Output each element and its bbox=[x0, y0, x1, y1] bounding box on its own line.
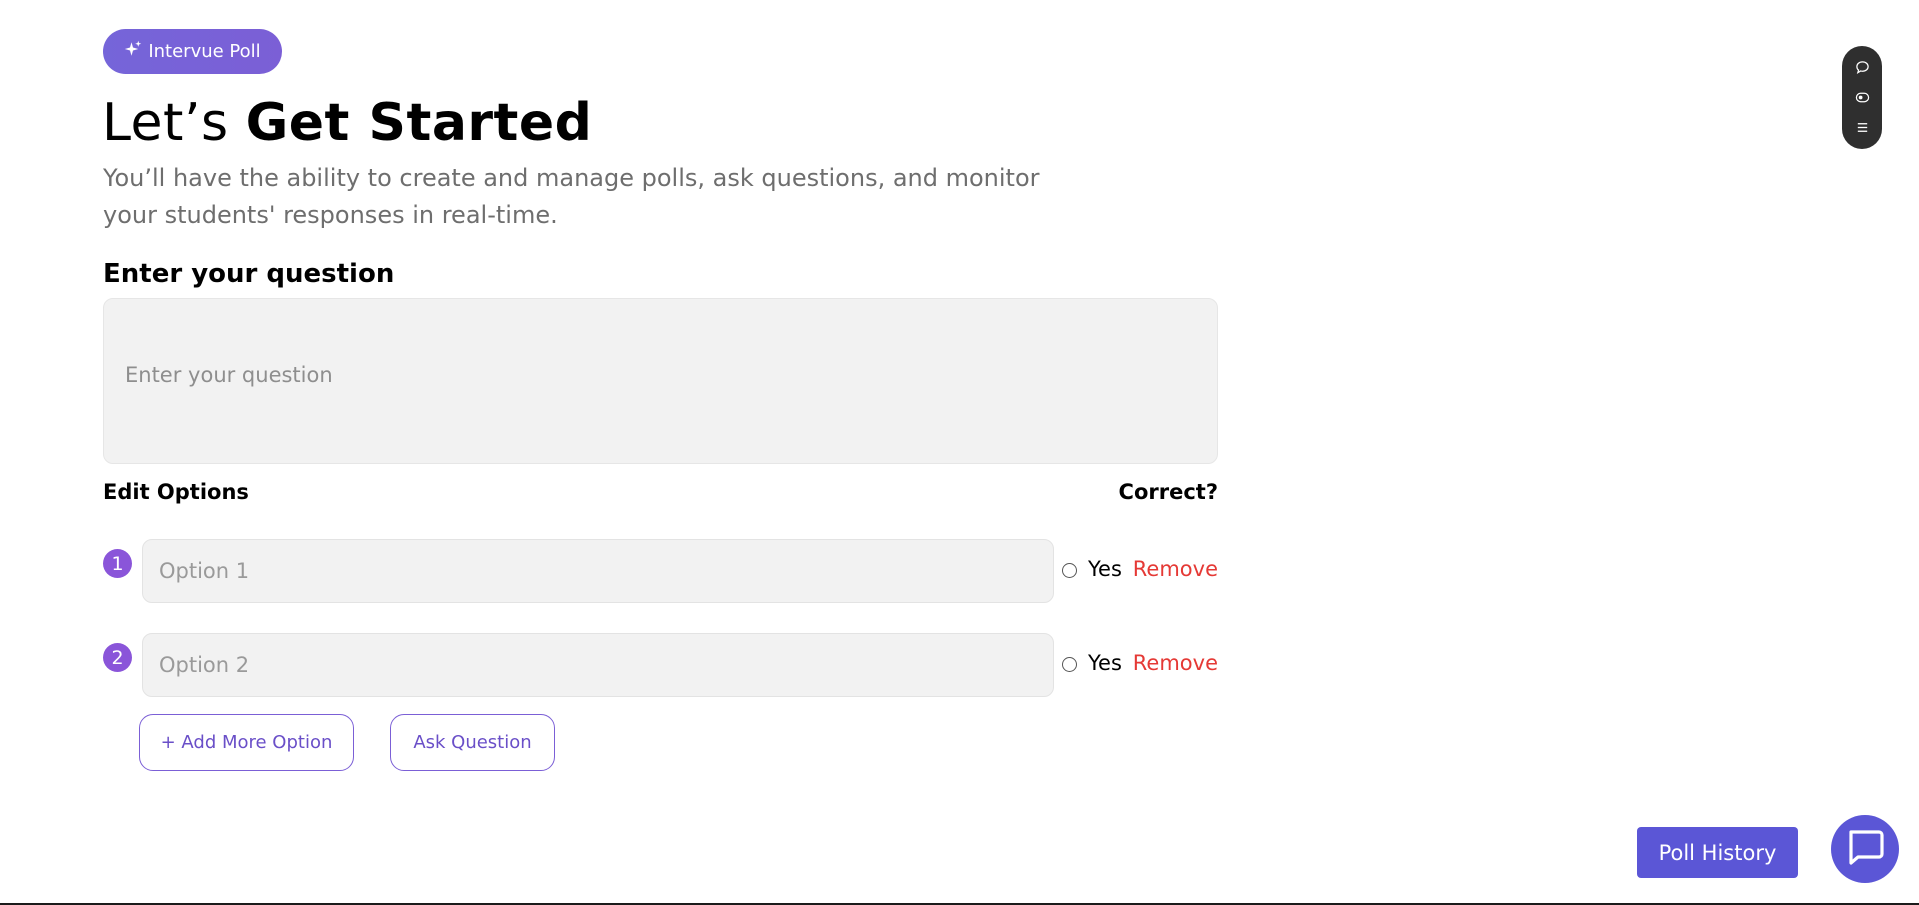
chat-bubble-icon[interactable] bbox=[1853, 58, 1871, 76]
option-1-yes-label: Yes bbox=[1088, 557, 1122, 581]
eye-icon[interactable] bbox=[1853, 89, 1871, 107]
option-number-badge: 1 bbox=[103, 549, 132, 578]
option-1-correct-radio[interactable] bbox=[1062, 563, 1077, 578]
poll-history-button[interactable]: Poll History bbox=[1637, 827, 1798, 878]
chat-button[interactable] bbox=[1831, 815, 1899, 883]
add-more-option-button[interactable]: + Add More Option bbox=[139, 714, 354, 771]
option-1-remove-link[interactable]: Remove bbox=[1133, 557, 1218, 581]
option-2-yes-label: Yes bbox=[1088, 651, 1122, 675]
correct-label: Correct? bbox=[1118, 480, 1218, 504]
ask-question-button[interactable]: Ask Question bbox=[390, 714, 555, 771]
option-2-input[interactable] bbox=[142, 633, 1054, 697]
option-row-2: 2 Yes Remove bbox=[103, 633, 1218, 697]
sparkle-icon bbox=[124, 40, 142, 63]
menu-icon[interactable] bbox=[1853, 119, 1871, 137]
title-light: Let’s bbox=[102, 93, 246, 153]
page-title: Let’s Get Started bbox=[102, 88, 592, 158]
edit-options-label: Edit Options bbox=[103, 480, 249, 504]
option-1-input[interactable] bbox=[142, 539, 1054, 603]
page: Intervue Poll Let’s Get Started You’ll h… bbox=[0, 0, 1919, 905]
option-number-badge: 2 bbox=[103, 643, 132, 672]
page-subtitle: You’ll have the ability to create and ma… bbox=[103, 164, 1040, 229]
question-input[interactable] bbox=[103, 298, 1218, 464]
option-2-remove-link[interactable]: Remove bbox=[1133, 651, 1218, 675]
chat-icon bbox=[1845, 827, 1885, 871]
option-row-1: 1 Yes Remove bbox=[103, 539, 1218, 603]
intervue-poll-badge: Intervue Poll bbox=[103, 29, 282, 74]
question-label: Enter your question bbox=[103, 259, 395, 289]
side-toolbar bbox=[1842, 46, 1882, 149]
title-bold: Get Started bbox=[245, 93, 593, 153]
option-2-correct-radio[interactable] bbox=[1062, 657, 1077, 672]
badge-label: Intervue Poll bbox=[148, 41, 261, 62]
